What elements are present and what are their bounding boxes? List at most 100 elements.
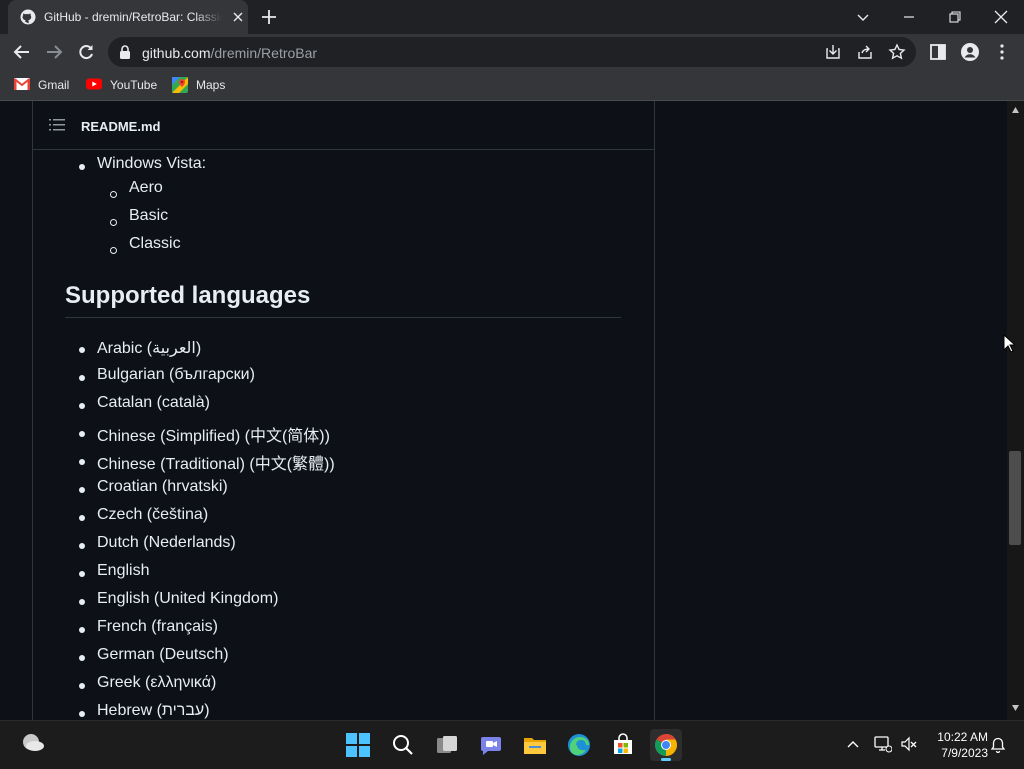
forward-icon[interactable] [44,42,64,62]
gmail-icon [14,78,30,90]
section-heading-languages: Supported languages [65,282,311,309]
readme-header: README.md [33,101,654,150]
taskbar-search-button[interactable] [387,729,419,761]
clock-time: 10:22 AM [937,730,988,744]
browser-toolbar: github.com/dremin/RetroBar [0,34,1024,70]
heading-divider [65,317,621,318]
maps-icon [172,77,188,93]
list-item-text: Basic [129,207,169,224]
bullet [79,655,85,661]
list-item-text: Windows Vista: [97,155,207,172]
list-item-text: Arabic (العربية) [97,340,202,357]
list-item-text: French (français) [97,618,218,635]
table-of-contents-icon[interactable] [49,118,65,132]
system-clock[interactable]: 10:22 AM 7/9/2023 [924,729,988,761]
menu-kebab-icon[interactable] [992,42,1012,62]
minimize-icon[interactable] [898,6,920,28]
restore-icon[interactable] [944,6,966,28]
list-item-text: Catalan (català) [97,394,210,411]
start-button[interactable] [342,729,374,761]
edge-icon [568,734,590,756]
github-icon [20,9,36,25]
install-app-icon[interactable] [824,43,842,61]
new-tab-icon[interactable] [260,8,278,26]
bullet [79,403,85,409]
bookmark-label: YouTube [110,78,158,92]
microsoft-store-button[interactable] [607,729,639,761]
volume-muted-icon[interactable] [900,735,918,753]
scroll-down-arrow-icon[interactable] [1012,705,1019,711]
bullet [79,543,85,549]
lock-icon[interactable] [118,44,132,60]
url-text[interactable]: github.com/dremin/RetroBar [142,45,317,61]
url-path: /dremin/RetroBar [210,45,318,61]
page-scrollbar[interactable] [1007,101,1024,720]
list-item-text: German (Deutsch) [97,646,229,663]
bullet [110,191,117,198]
mouse-cursor-icon [1003,334,1015,353]
bookmark-maps[interactable]: Maps [172,76,228,94]
active-app-indicator [661,758,671,761]
tab-search-icon[interactable] [852,6,874,28]
show-hidden-icons-chevron-icon[interactable] [846,739,860,749]
list-item-text: Dutch (Nederlands) [97,534,236,551]
address-bar[interactable]: github.com/dremin/RetroBar [108,37,916,67]
bullet [79,515,85,521]
file-explorer-button[interactable] [519,729,551,761]
bookmark-gmail[interactable]: Gmail [14,76,74,94]
bullet [79,375,85,381]
edge-browser-button[interactable] [563,729,595,761]
browser-titlebar: GitHub - dremin/RetroBar: Classic Taskba… [0,0,1024,34]
windows-taskbar: 10:22 AM 7/9/2023 [0,720,1024,769]
list-item-text: Chinese (Simplified) (中文(简体)) [97,428,330,445]
profile-icon[interactable] [960,42,980,62]
clock-date: 7/9/2023 [941,746,988,760]
search-icon [393,735,413,755]
notifications-icon[interactable] [990,735,1006,753]
network-icon[interactable] [874,735,892,753]
browser-tab-active[interactable]: GitHub - dremin/RetroBar: Classic Taskba… [8,0,248,34]
bullet [110,219,117,226]
list-item-text: Bulgarian (български) [97,366,255,383]
bookmark-label: Gmail [38,78,70,92]
teams-chat-button[interactable] [475,729,507,761]
list-item-text: Aero [129,179,163,196]
readme-content: Windows Vista: Aero Basic Classic Suppor… [33,150,654,720]
bullet [79,627,85,633]
list-item-text: Croatian (hrvatski) [97,478,228,495]
bullet [110,247,117,254]
list-item-text: Chinese (Traditional) (中文(繁體)) [97,456,335,473]
bullet [79,487,85,493]
bullet [79,347,85,353]
side-panel-icon[interactable] [928,42,948,62]
weather-icon[interactable] [20,731,46,753]
readme-filename[interactable]: README.md [81,119,160,134]
task-view-button[interactable] [431,729,463,761]
store-icon [614,733,632,754]
share-icon[interactable] [856,43,874,61]
back-icon[interactable] [12,42,32,62]
youtube-icon [86,78,102,90]
scrollbar-thumb[interactable] [1009,451,1021,545]
bookmark-label: Maps [196,78,226,92]
list-item-text: Hebrew (עברית) [97,702,210,719]
bullet [79,711,85,717]
reload-icon[interactable] [76,42,96,62]
chat-icon [481,737,501,755]
scroll-up-arrow-icon[interactable] [1012,107,1019,113]
tab-title: GitHub - dremin/RetroBar: Classic Taskba… [44,10,222,24]
bullet [79,571,85,577]
folder-icon [524,738,546,754]
bullet [79,164,85,170]
bullet [79,599,85,605]
close-tab-icon[interactable] [230,9,246,25]
bullet [79,431,85,437]
close-window-icon[interactable] [990,6,1012,28]
task-view-icon [437,736,457,753]
bullet [79,459,85,465]
bookmark-youtube[interactable]: YouTube [86,76,160,94]
bookmark-star-icon[interactable] [888,43,906,61]
chrome-taskbar-button[interactable] [650,729,682,761]
list-item-text: Greek (ελληνικά) [97,674,217,691]
bullet [79,683,85,689]
